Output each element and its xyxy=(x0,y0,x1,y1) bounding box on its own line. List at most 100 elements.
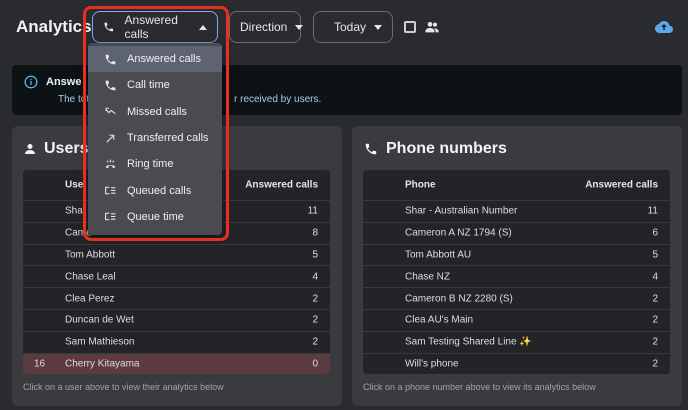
row-answered-count: 4 xyxy=(312,271,318,283)
row-phone-name: Sam Testing Shared Line ✨ xyxy=(405,336,532,348)
row-answered-count: 2 xyxy=(652,293,658,305)
info-icon xyxy=(24,75,38,89)
person-icon xyxy=(25,144,35,154)
row-user-name: Duncan de Wet xyxy=(65,314,134,326)
metric-select-label: Answered calls xyxy=(124,13,178,41)
phone-footer-hint: Click on a phone number above to view it… xyxy=(363,382,596,392)
phone-card-title-text: Phone numbers xyxy=(386,140,507,157)
menu-item-answered-calls[interactable]: Answered calls xyxy=(88,46,222,73)
direction-select[interactable]: Direction xyxy=(229,11,304,43)
metric-select[interactable]: Answered calls xyxy=(92,11,218,43)
chevron-down-icon xyxy=(295,24,304,30)
menu-item-label: Ring time xyxy=(127,158,174,171)
table-row[interactable]: Sam Testing Shared Line ✨ 2 xyxy=(363,330,670,353)
row-answered-count: 2 xyxy=(312,293,318,305)
row-answered-count: 0 xyxy=(312,358,318,370)
row-phone-name: Shar - Australian Number xyxy=(405,205,518,217)
menu-item-call-time[interactable]: Call time xyxy=(88,72,222,98)
row-answered-count: 4 xyxy=(652,271,658,283)
menu-item-label: Queued calls xyxy=(127,184,192,197)
table-row[interactable]: Sam Mathieson 2 xyxy=(23,330,330,353)
row-user-name: Cherry Kitayama xyxy=(65,358,140,370)
row-user-name: Sam Mathieson xyxy=(65,336,135,348)
phone-card-title: Phone numbers xyxy=(364,140,507,158)
row-answered-count: 5 xyxy=(652,249,658,261)
row-answered-count: 8 xyxy=(312,227,318,239)
column-header-phone[interactable]: Phone xyxy=(405,180,436,191)
date-select[interactable]: Today xyxy=(313,11,393,43)
table-row[interactable]: 16 Cherry Kitayama 0 xyxy=(23,352,330,375)
missed-call-icon xyxy=(105,107,116,115)
menu-item-queued-calls[interactable]: Queued calls xyxy=(88,177,222,203)
row-phone-name: Chase NZ xyxy=(405,271,451,283)
column-header-answered[interactable]: Answered calls xyxy=(585,180,658,191)
users-card-title: Users xyxy=(24,140,88,158)
row-answered-count: 11 xyxy=(647,205,658,217)
row-answered-count: 2 xyxy=(652,314,658,326)
menu-item-missed-calls[interactable]: Missed calls xyxy=(88,99,222,125)
menu-item-transferred-calls[interactable]: Transferred calls xyxy=(88,125,222,151)
menu-item-ring-time[interactable]: Ring time xyxy=(88,151,222,177)
row-answered-count: 6 xyxy=(652,227,658,239)
menu-item-queue-time[interactable]: Queue time xyxy=(88,204,222,230)
row-answered-count: 11 xyxy=(307,205,318,217)
metric-dropdown-menu: Answered calls Call time Missed calls Trans… xyxy=(88,43,222,235)
row-user-name: Clea Perez xyxy=(65,293,115,305)
menu-item-label: Queue time xyxy=(127,210,184,223)
phone-icon xyxy=(105,80,116,91)
transfer-arrow-icon xyxy=(106,134,115,143)
table-row[interactable]: Chase Leal 4 xyxy=(23,265,330,287)
menu-item-label: Missed calls xyxy=(127,105,187,118)
table-row[interactable]: Tom Abbott 5 xyxy=(23,243,330,266)
table-row[interactable]: Duncan de Wet 2 xyxy=(23,308,330,331)
direction-select-label: Direction xyxy=(240,20,288,34)
column-header-user[interactable]: Use xyxy=(65,180,83,191)
row-phone-name: Cameron B NZ 2280 (S) xyxy=(405,293,513,305)
phone-icon xyxy=(105,54,116,65)
menu-item-label: Transferred calls xyxy=(127,132,209,145)
menu-item-label: Answered calls xyxy=(127,53,201,66)
table-row[interactable]: Cameron B NZ 2280 (S) 2 xyxy=(363,287,670,309)
phone-icon xyxy=(365,143,377,155)
row-phone-name: Tom Abbott AU xyxy=(405,249,472,261)
row-phone-name: Clea AU's Main xyxy=(405,314,474,326)
ringing-phone-icon xyxy=(105,159,116,169)
table-row[interactable]: Cameron A NZ 1794 (S) 6 xyxy=(363,221,670,244)
users-footer-hint: Click on a user above to view their anal… xyxy=(23,382,224,392)
checkbox[interactable] xyxy=(404,21,416,33)
row-answered-count: 2 xyxy=(312,314,318,326)
row-phone-name: Cameron A NZ 1794 (S) xyxy=(405,227,512,239)
table-row[interactable]: Chase NZ 4 xyxy=(363,265,670,287)
row-user-name: Chase Leal xyxy=(65,271,116,283)
queue-icon xyxy=(105,186,116,195)
queue-icon xyxy=(105,213,116,221)
banner-text-right: r received by users. xyxy=(234,94,322,105)
table-row[interactable]: Clea Perez 2 xyxy=(23,287,330,309)
table-row[interactable]: Will's phone 2 xyxy=(363,352,670,375)
row-answered-count: 5 xyxy=(312,249,318,261)
row-user-name: Tom Abbott xyxy=(65,249,116,261)
column-header-answered[interactable]: Answered calls xyxy=(245,180,318,191)
phone-icon xyxy=(104,22,114,32)
chevron-up-icon xyxy=(199,24,207,30)
date-select-label: Today xyxy=(334,20,367,34)
chevron-down-icon xyxy=(374,24,383,30)
table-row[interactable]: Shar - Australian Number 11 xyxy=(363,200,670,222)
phone-table: Phone Answered calls Shar - Australian N… xyxy=(363,170,670,375)
cloud-upload-icon[interactable] xyxy=(655,19,673,35)
row-user-name: Sha xyxy=(65,205,83,217)
page-title: Analytics xyxy=(16,17,92,36)
row-answered-count: 2 xyxy=(652,358,658,370)
row-rank: 16 xyxy=(34,358,46,370)
row-answered-count: 2 xyxy=(652,336,658,348)
table-row[interactable]: Clea AU's Main 2 xyxy=(363,308,670,331)
banner-title: Answe xyxy=(46,76,82,88)
people-icon[interactable] xyxy=(424,19,440,35)
menu-item-label: Call time xyxy=(127,79,170,92)
users-card-title-text: Users xyxy=(44,140,89,157)
row-answered-count: 2 xyxy=(312,336,318,348)
phone-numbers-card: Phone numbers Phone Answered calls Shar … xyxy=(352,126,682,406)
row-phone-name: Will's phone xyxy=(405,358,459,370)
table-row[interactable]: Tom Abbott AU 5 xyxy=(363,243,670,266)
phone-table-header: Phone Answered calls xyxy=(363,170,670,200)
